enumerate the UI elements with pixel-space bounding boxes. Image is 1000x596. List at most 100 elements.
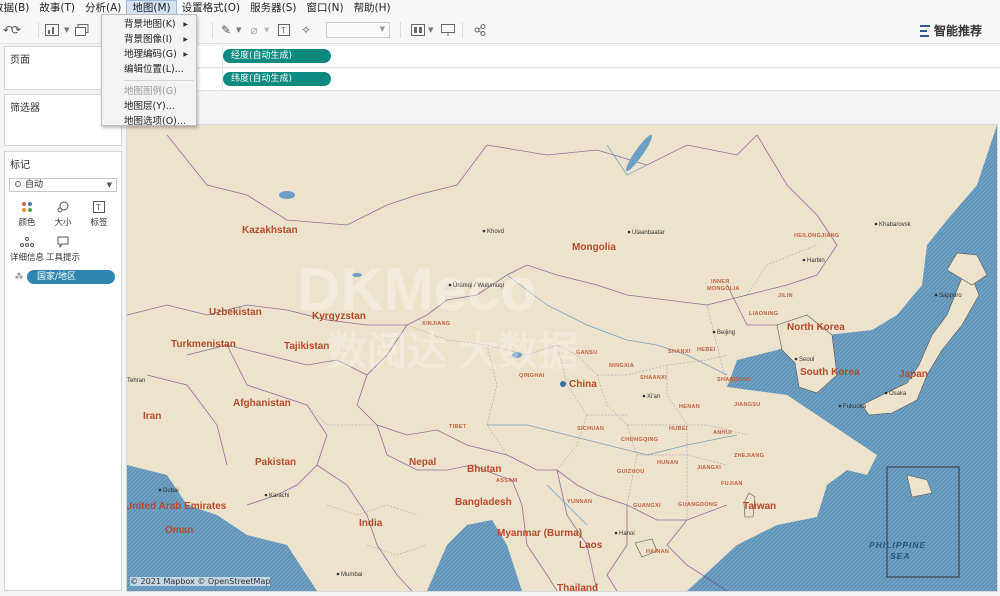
city-label-r-mqi-wulumuqi: Ürümqi / Wulumuqi: [453, 282, 504, 289]
menu-geocoding[interactable]: 地理编码(G) ▶: [102, 47, 196, 62]
menu-edit-locations[interactable]: 编辑位置(L)...: [102, 62, 196, 77]
country-region-pill[interactable]: 国家/地区: [27, 270, 115, 284]
size-icon: [55, 200, 71, 214]
submenu-arrow-icon: ▶: [183, 36, 188, 43]
menu-map-legend: 地图图例(G): [102, 84, 196, 99]
pages-title: 页面: [10, 55, 30, 66]
region-label-shanxi: SHANXI: [668, 349, 691, 355]
chevron-down-icon[interactable]: ▼: [264, 26, 270, 34]
country-label-tajikistan: Tajikistan: [284, 341, 329, 352]
country-label-kazakhstan: Kazakhstan: [242, 225, 298, 236]
lake-balkhash: [279, 191, 295, 199]
longitude-pill[interactable]: 经度(自动生成): [223, 49, 331, 63]
mark-type-select[interactable]: 自动 ▼: [9, 178, 117, 192]
size-label: 大小: [54, 218, 72, 228]
tooltip-button[interactable]: 工具提示: [45, 235, 81, 265]
marks-card: 标记 自动 ▼ 颜色 大小 T 标签 详细信息 工具提示 ⁂ 国家/地区: [4, 151, 122, 591]
chevron-down-icon[interactable]: ▼: [64, 26, 70, 34]
menu-background-maps[interactable]: 背景地图(K) ▶: [102, 17, 196, 32]
size-button[interactable]: 大小: [45, 200, 81, 230]
menu-map-options-label: 地图选项(O)...: [124, 116, 186, 127]
paperclip-icon[interactable]: ⌀: [246, 22, 262, 38]
region-label-jiangxi: JIANGXI: [697, 465, 721, 471]
country-label-china: China: [569, 379, 597, 390]
region-label-hainan: HAINAN: [646, 549, 669, 555]
color-button[interactable]: 颜色: [9, 200, 45, 230]
map-canvas[interactable]: DKMeco 数阅达 大数据 KazakhstanMongoliaUzbekis…: [122, 125, 997, 594]
detail-button[interactable]: 详细信息: [9, 235, 45, 265]
new-worksheet-icon[interactable]: [44, 22, 60, 38]
region-label-inner: INNER: [711, 279, 730, 285]
app-window: 数据(B) 故事(T) 分析(A) 地图(M) 设置格式(O) 服务器(S) 窗…: [0, 0, 1000, 596]
country-label-oman: Oman: [165, 525, 193, 536]
city-dot-ulaanbaatar: [627, 230, 631, 234]
region-label-hunan: HUNAN: [657, 460, 678, 466]
duplicate-sheet-icon[interactable]: [74, 22, 90, 38]
smart-recommend-button[interactable]: 智能推荐: [919, 22, 982, 39]
city-dot-fukuoka: [838, 404, 842, 408]
city-dot-mumbai: [336, 572, 340, 576]
menu-background-images[interactable]: 背景图像(I) ▶: [102, 32, 196, 47]
submenu-arrow-icon: ▶: [183, 21, 188, 28]
city-label-mumbai: Mumbai: [341, 572, 362, 578]
chevron-down-icon: ▼: [379, 25, 385, 33]
region-label-gansu: GANSU: [576, 350, 597, 356]
country-label-turkmenistan: Turkmenistan: [171, 339, 236, 350]
highlight-pen-icon[interactable]: ✎: [218, 22, 234, 38]
toolbar-divider: [38, 22, 39, 38]
pin-icon[interactable]: ✧: [298, 22, 314, 38]
menu-map-layers[interactable]: 地图层(Y)...: [102, 99, 196, 114]
columns-shelf[interactable]: 经度(自动生成): [222, 46, 1000, 68]
country-label-japan: Japan: [899, 369, 928, 380]
map-view[interactable]: DKMeco 数阅达 大数据 Kazakhstan Mongolia Uzbekis…: [122, 124, 998, 594]
china-data-point[interactable]: [560, 381, 566, 387]
country-label-united-arab-emirates: United Arab Emirates: [127, 501, 227, 512]
city-label-khovd: Khovd: [487, 229, 504, 235]
city-label-harbin: Harbin: [807, 258, 825, 264]
refresh-icon[interactable]: ⟳: [8, 22, 24, 38]
city-dot-r-mqi-wulumuqi: [448, 283, 452, 287]
label-toggle-icon[interactable]: T: [276, 22, 292, 38]
menu-geocoding-label: 地理编码(G): [124, 49, 177, 60]
latitude-pill[interactable]: 纬度(自动生成): [223, 72, 331, 86]
color-label: 颜色: [18, 218, 36, 228]
chevron-down-icon[interactable]: ▼: [428, 26, 434, 34]
tooltip-label: 工具提示: [45, 253, 80, 263]
city-label-seoul: Seoul: [799, 357, 814, 363]
color-palette-icon: [19, 200, 35, 214]
country-label-laos: Laos: [579, 540, 603, 551]
chevron-down-icon[interactable]: ▼: [236, 26, 242, 34]
label-button[interactable]: T 标签: [81, 200, 117, 230]
city-dot-xi-an: [642, 394, 646, 398]
country-label-myanmar-burma: Myanmar (Burma): [497, 528, 582, 539]
fit-select[interactable]: ▼: [326, 22, 390, 38]
region-label-yunnan: YUNNAN: [567, 499, 592, 505]
circle-icon: [15, 181, 21, 187]
menu-help[interactable]: 帮助(H): [349, 0, 396, 16]
region-label-shaanxi: SHAANXI: [640, 375, 667, 381]
menu-data[interactable]: 数据(B): [0, 0, 34, 16]
region-label-guizhou: GUIZHOU: [617, 469, 644, 475]
menu-background-images-label: 背景图像(I): [124, 34, 173, 45]
country-label-north-korea: North Korea: [787, 322, 845, 333]
region-label-ningxia: NINGXIA: [609, 363, 634, 369]
region-label-hebei: HEBEI: [697, 347, 715, 353]
region-label-jilin: JILIN: [778, 293, 793, 299]
menu-story[interactable]: 故事(T): [34, 0, 80, 16]
share-icon[interactable]: [472, 22, 488, 38]
menu-map-options[interactable]: 地图选项(O)...: [102, 114, 196, 129]
menu-window[interactable]: 窗口(N): [302, 0, 349, 16]
region-label-mongolia: MONGOLIA: [707, 286, 740, 292]
city-label-fukuoka: Fukuoka: [843, 404, 867, 410]
watermark-subtext: 数阅达 大数据: [327, 330, 578, 374]
country-label-thailand: Thailand: [557, 583, 598, 591]
rows-shelf[interactable]: 纬度(自动生成): [222, 69, 1000, 91]
map-attribution: © 2021 Mapbox © OpenStreetMap: [130, 577, 271, 586]
country-label-nepal: Nepal: [409, 457, 436, 468]
city-label-osaka: Osaka: [889, 391, 907, 397]
menu-server[interactable]: 服务器(S): [245, 0, 301, 16]
submenu-arrow-icon: ▶: [183, 51, 188, 58]
detail-label: 详细信息: [9, 253, 44, 263]
show-cards-icon[interactable]: [410, 22, 426, 38]
presentation-icon[interactable]: [440, 22, 456, 38]
